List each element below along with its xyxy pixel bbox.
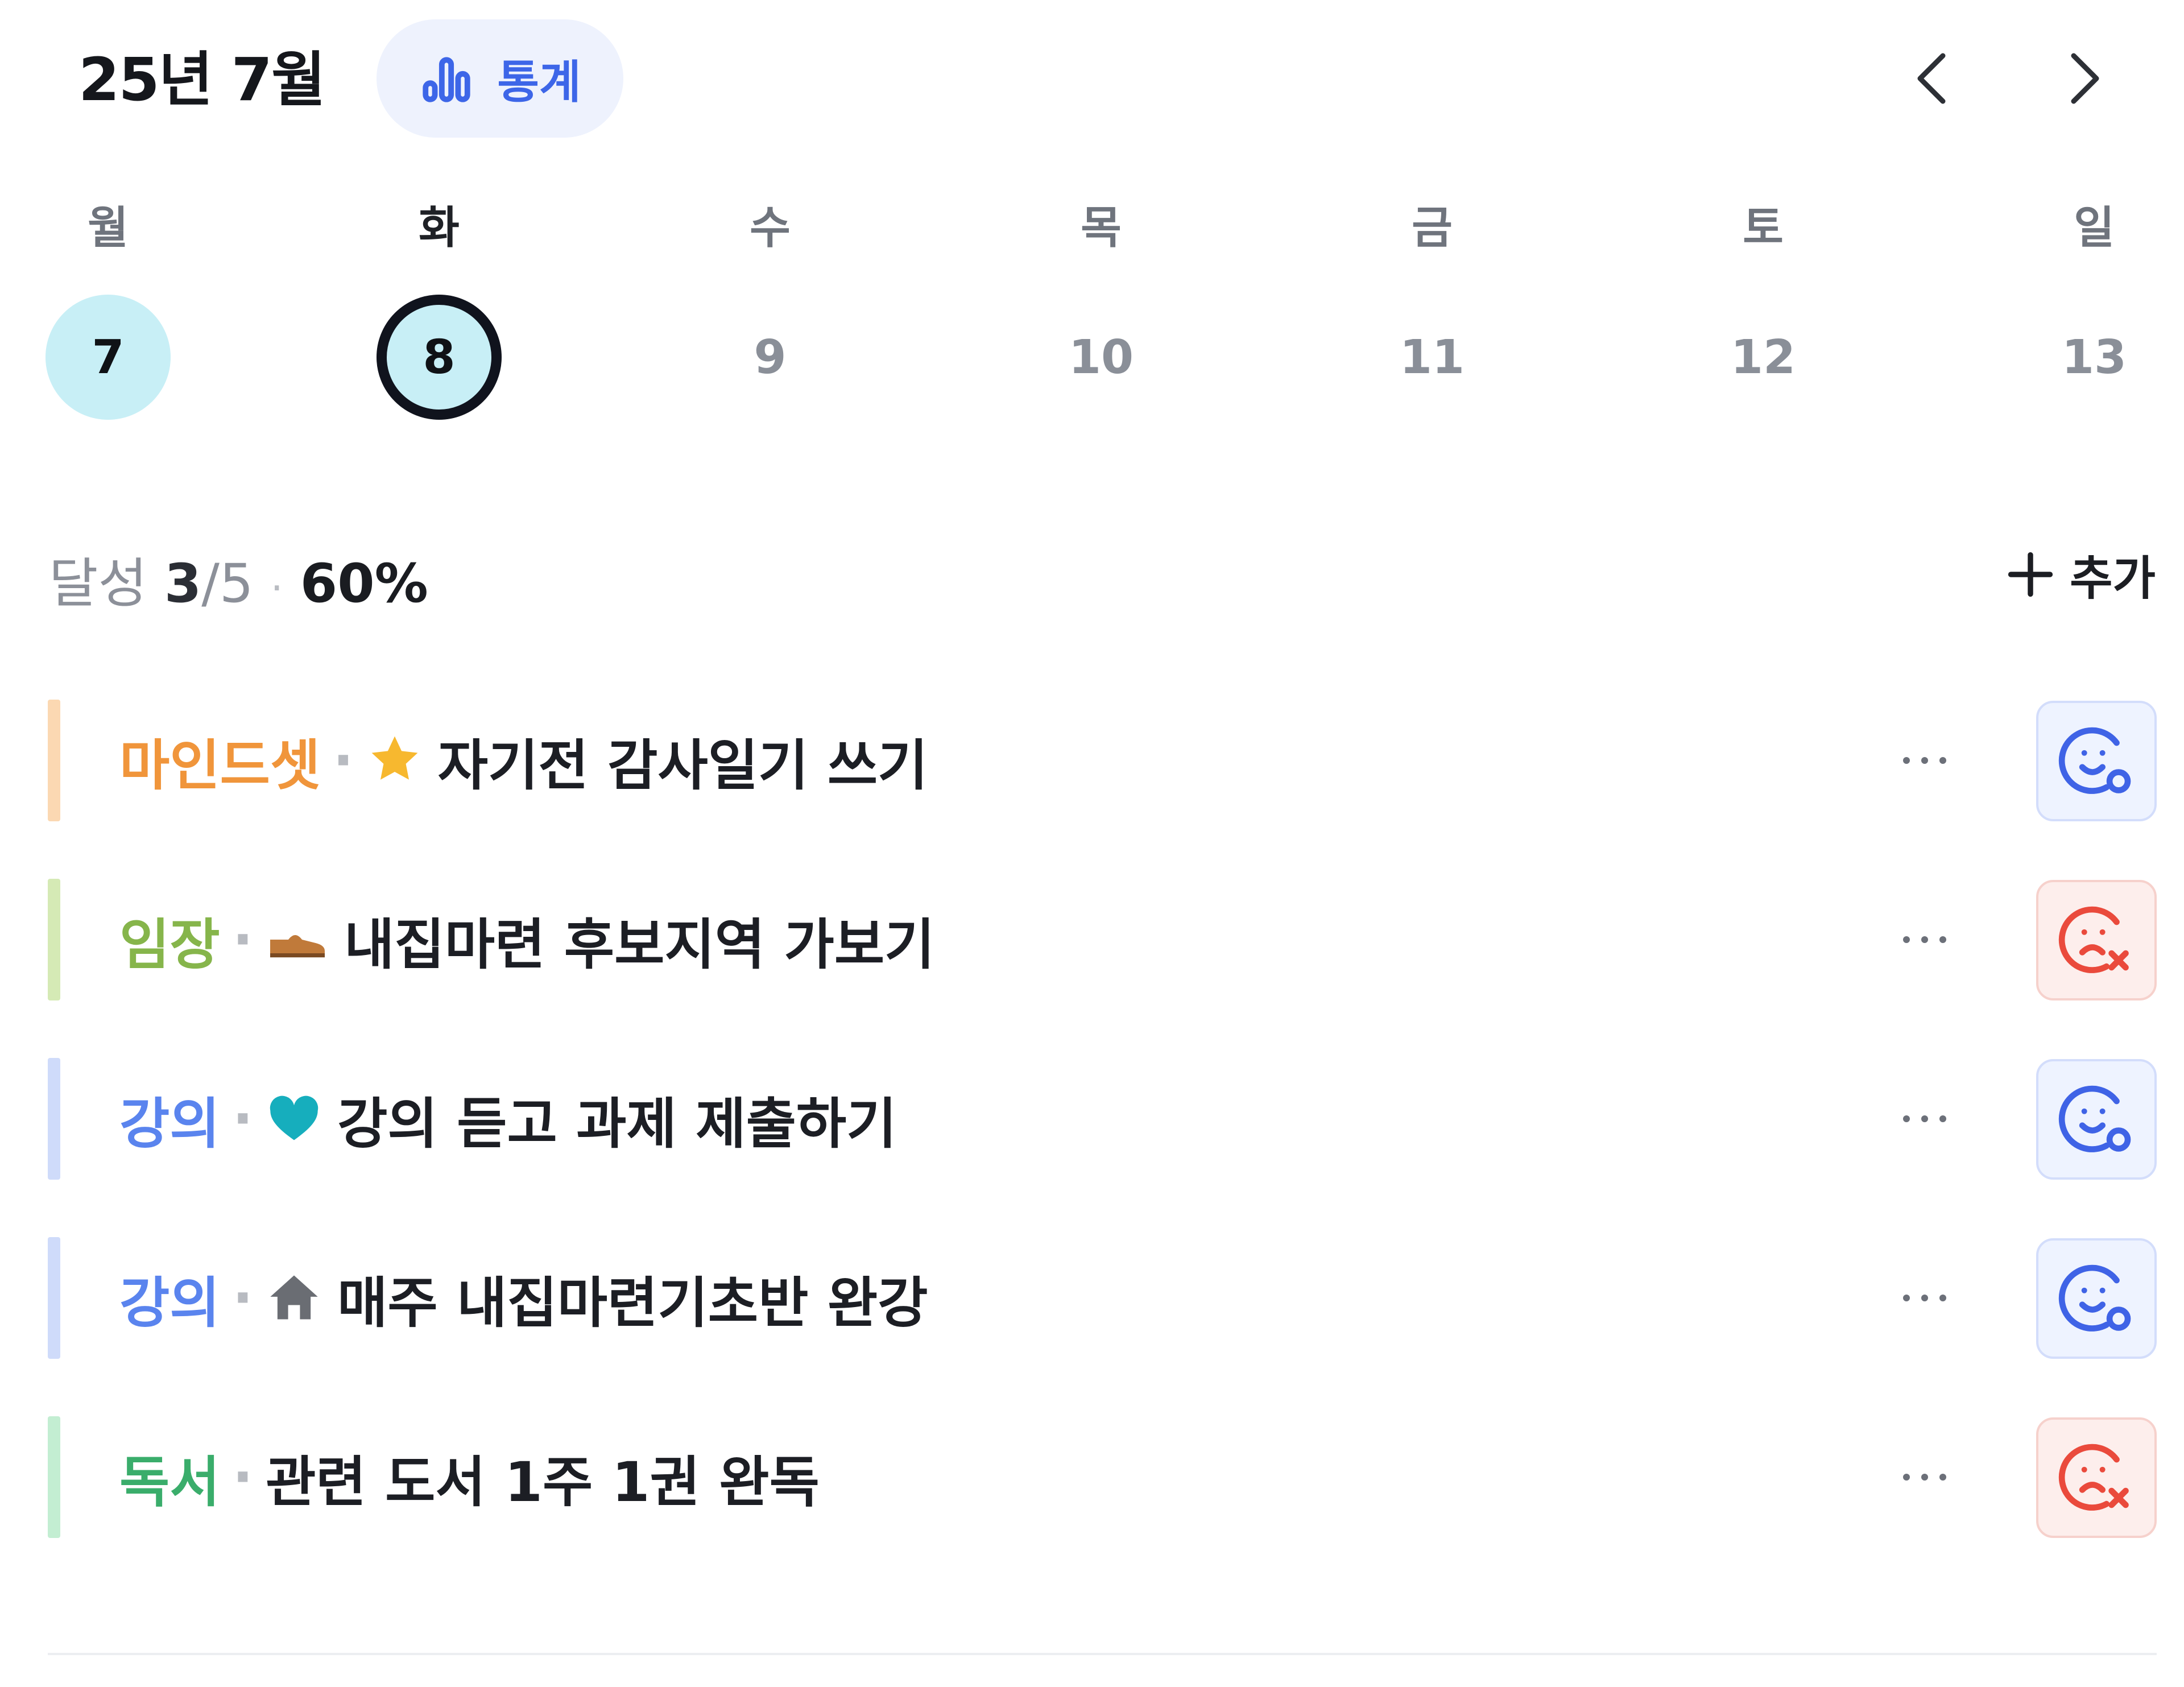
smile-check-icon [2058,727,2131,794]
dow-label: 일 [2074,202,2115,254]
smile-check-icon [2058,1085,2131,1152]
add-habit-button[interactable]: 추가 [2006,540,2156,608]
day-cell-selected[interactable]: 8 [377,295,502,420]
dow-label: 월 [88,202,129,254]
habit-title: 내집마련 후보지역 가보기 [344,912,935,977]
more-options-button[interactable] [1879,1264,1970,1332]
day-cell[interactable]: 12 [1701,295,1826,420]
category-bar [48,1237,60,1359]
sad-x-icon [2058,1444,2129,1511]
sad-x-icon [2058,906,2129,973]
progress-separator: · [270,565,283,611]
category-bar [48,1416,60,1538]
habit-category: 강의 [119,1271,220,1335]
more-options-button[interactable] [1879,1443,1970,1511]
progress-done: 3 [164,553,202,615]
more-options-button[interactable] [1879,726,1970,795]
progress-summary: 달성 3/5 · 60% [49,540,428,618]
status-fail-button[interactable] [2036,880,2157,1000]
habit-title: 매주 내집마련기초반 완강 [337,1271,928,1335]
day-cell[interactable]: 11 [1370,295,1495,420]
house-icon [266,1270,322,1326]
more-options-button[interactable] [1879,905,1970,974]
dow-label: 목 [1081,202,1122,254]
habit-row[interactable]: 강의 · 강의 듣고 과제 제출하기 [48,1058,2157,1180]
month-title: 25년 7월 [78,45,326,114]
prev-week-button[interactable] [1897,44,1966,113]
habit-title: 관련 도서 1주 1권 완독 [266,1450,820,1514]
shoe-icon [266,911,329,968]
habit-row[interactable]: 마인드셋 · 자기전 감사일기 쓰기 [48,700,2157,821]
dow-label: 금 [1412,202,1453,254]
day-cell[interactable]: 13 [2032,295,2157,420]
habit-category: 독서 [119,1450,220,1514]
more-options-button[interactable] [1879,1085,1970,1153]
category-bar [48,700,60,821]
habit-category: 마인드셋 [119,733,321,797]
habit-row[interactable]: 강의 · 매주 내집마련기초반 완강 [48,1237,2157,1359]
dow-label: 화 [419,202,460,254]
next-week-button[interactable] [2051,44,2119,113]
plus-icon [2008,552,2053,597]
separator-dot: · [232,908,254,971]
category-bar [48,1058,60,1180]
habit-row[interactable]: 임장 · 내집마련 후보지역 가보기 [48,879,2157,1000]
stats-button-label: 통계 [497,56,581,109]
stats-button[interactable]: 통계 [377,19,623,138]
progress-label: 달성 [49,553,147,615]
habit-category: 강의 [119,1091,220,1156]
habit-row[interactable]: 독서 · 관련 도서 1주 1권 완독 [48,1416,2157,1538]
status-fail-button[interactable] [2036,1417,2157,1538]
separator-dot: · [232,1445,254,1509]
progress-total: /5 [201,553,254,615]
separator-dot: · [232,1266,254,1330]
smile-check-icon [2058,1264,2131,1332]
add-button-label: 추가 [2070,552,2156,606]
star-icon [366,732,423,789]
habit-title: 자기전 감사일기 쓰기 [437,733,928,797]
separator-dot: · [333,729,354,792]
category-bar [48,879,60,1000]
dow-label: 토 [1743,202,1784,254]
dow-label: 수 [750,202,791,254]
day-cell-done[interactable]: 7 [46,295,171,420]
status-success-button[interactable] [2036,701,2157,821]
status-success-button[interactable] [2036,1059,2157,1180]
day-cell[interactable]: 9 [708,295,833,420]
bar-chart-icon [423,57,471,102]
heart-icon [266,1090,322,1147]
chevron-right-icon [2071,53,2099,104]
progress-percent: 60% [300,553,428,615]
chevron-left-icon [1917,53,1946,104]
habit-title: 강의 듣고 과제 제출하기 [337,1091,897,1156]
habit-category: 임장 [119,912,220,977]
status-success-button[interactable] [2036,1238,2157,1359]
bottom-divider [48,1653,2157,1655]
separator-dot: · [232,1087,254,1151]
day-cell[interactable]: 10 [1039,295,1164,420]
